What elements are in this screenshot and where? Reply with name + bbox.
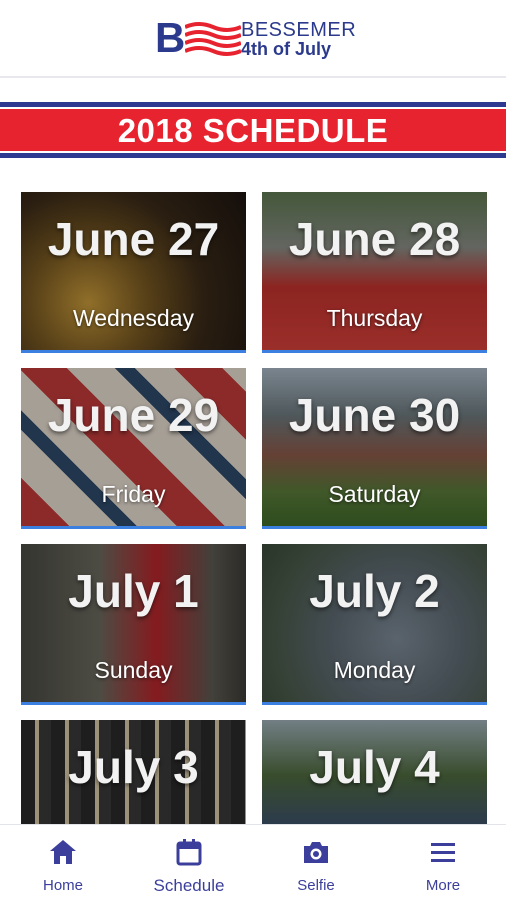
day-tile-july-1[interactable]: July 1 Sunday [21, 544, 246, 705]
tile-date: June 29 [47, 389, 220, 441]
tile-date: July 1 [68, 565, 199, 617]
logo-title: BESSEMER [241, 19, 357, 41]
tile-weekday: Wednesday [72, 305, 195, 331]
nav-schedule-label: Schedule [153, 876, 225, 895]
tile-date: June 30 [288, 389, 461, 441]
logo-subtitle: 4th of July [241, 39, 332, 59]
day-tile-june-28[interactable]: June 28 Thursday [262, 192, 487, 353]
tile-weekday: Saturday [328, 481, 421, 507]
schedule-banner: 2018 SCHEDULE [0, 102, 506, 158]
home-icon [50, 840, 76, 864]
tile-weekday: Monday [333, 657, 416, 683]
banner-stripe-bottom [0, 153, 506, 158]
tile-date: June 27 [47, 213, 220, 265]
nav-home-label: Home [42, 877, 83, 894]
bessemer-logo[interactable]: B BESSEMER 4th of July [155, 14, 357, 61]
nav-more[interactable]: More [380, 825, 506, 901]
day-tile-july-2[interactable]: July 2 Monday [262, 544, 487, 705]
nav-more-label: More [425, 877, 461, 894]
page-title: 2018 SCHEDULE [117, 112, 389, 149]
tile-weekday: Friday [101, 481, 166, 507]
app-header: B BESSEMER 4th of July [0, 0, 506, 78]
flag-waves-icon [185, 22, 241, 56]
nav-home[interactable]: Home [0, 825, 126, 901]
bottom-nav: Home Schedule Selfie More [0, 824, 506, 901]
nav-schedule[interactable]: Schedule [126, 825, 252, 901]
camera-icon [304, 842, 328, 863]
logo-letter: B [155, 14, 186, 61]
day-tile-june-30[interactable]: June 30 Saturday [262, 368, 487, 529]
banner-stripe-top [0, 102, 506, 107]
day-tile-june-27[interactable]: June 27 Wednesday [21, 192, 246, 353]
tile-weekday: Sunday [94, 657, 173, 683]
tile-date: July 4 [309, 741, 440, 793]
tile-date: July 3 [68, 741, 199, 793]
tile-weekday: Thursday [326, 305, 423, 331]
tile-date: July 2 [309, 565, 440, 617]
calendar-icon [176, 839, 202, 866]
nav-selfie[interactable]: Selfie [253, 825, 379, 901]
day-tile-june-29[interactable]: June 29 Friday [21, 368, 246, 529]
menu-icon [431, 843, 455, 862]
nav-selfie-label: Selfie [297, 877, 335, 894]
tile-date: June 28 [288, 213, 461, 265]
